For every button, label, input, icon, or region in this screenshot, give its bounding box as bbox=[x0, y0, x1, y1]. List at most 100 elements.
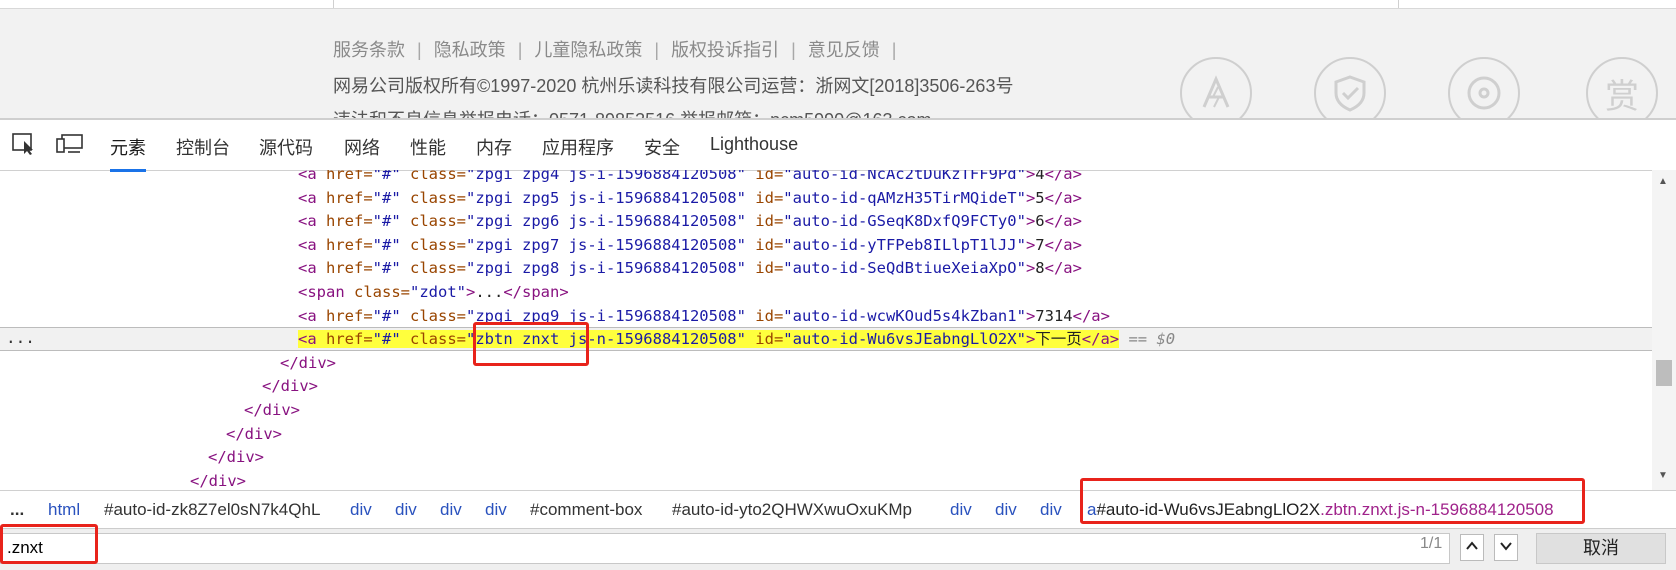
tag-token: > bbox=[1109, 330, 1120, 349]
tag-token: </a bbox=[1044, 170, 1073, 183]
breadcrumb-item[interactable]: ... bbox=[10, 500, 24, 520]
value-token: "#" bbox=[372, 212, 401, 231]
value-token: "auto-id-yTFPeb8ILlpT1lJJ" bbox=[783, 235, 1026, 254]
text-token: 8 bbox=[1035, 259, 1045, 278]
tag-token: </a bbox=[1072, 306, 1101, 325]
dom-line[interactable]: <a href="#" class="zpgi zpg9 js-i-159688… bbox=[298, 304, 1110, 328]
dom-line[interactable]: <a href="#" class="zpgi zpg7 js-i-159688… bbox=[298, 233, 1082, 257]
report-text: 违法和不良信息举报电话：0571-89853516 举报邮箱：ncm5990@1… bbox=[333, 106, 931, 118]
dom-tree[interactable]: ... <a href="#" class="zpgi zpg4 js-i-15… bbox=[0, 170, 1652, 490]
attr-token: class= bbox=[400, 259, 466, 278]
value-token: "zpgi zpg5 js-i-1596884120508" bbox=[466, 188, 746, 207]
breadcrumb-item[interactable]: html bbox=[48, 500, 80, 520]
music-disc-icon[interactable] bbox=[1448, 57, 1520, 118]
a-icon bbox=[1202, 75, 1230, 108]
tag-token: > bbox=[308, 377, 319, 396]
tag-token: </a bbox=[1044, 235, 1073, 254]
crumb-classes: .zbtn.znxt.js-n-1596884120508 bbox=[1320, 500, 1554, 519]
breadcrumb-item[interactable]: #comment-box bbox=[530, 500, 642, 520]
value-token: "zpgi zpg6 js-i-1596884120508" bbox=[466, 212, 746, 231]
breadcrumb-item[interactable]: div bbox=[485, 500, 507, 520]
dom-line[interactable]: </div> bbox=[244, 398, 300, 422]
dom-line[interactable]: <a href="#" class="zpgi zpg6 js-i-159688… bbox=[298, 209, 1082, 233]
attr-token: id= bbox=[745, 306, 784, 325]
tag-token: </a bbox=[1081, 330, 1110, 349]
shield-icon bbox=[1334, 75, 1366, 112]
dom-line[interactable]: <a href="#" class="zpgi zpg4 js-i-159688… bbox=[298, 170, 1082, 186]
find-bar: 1/1 取消 bbox=[0, 528, 1676, 570]
tag-token: > bbox=[326, 353, 337, 372]
tab-console[interactable]: 控制台 bbox=[176, 134, 230, 160]
dom-line-selected[interactable]: <a href="#" class="zbtn znxt js-n-159688… bbox=[298, 327, 1175, 351]
tab-network[interactable]: 网络 bbox=[344, 134, 380, 160]
search-input[interactable] bbox=[1, 534, 1363, 562]
tag-token: <a bbox=[298, 235, 317, 254]
value-token: "zpgi zpg9 js-i-1596884120508" bbox=[466, 306, 746, 325]
footer-link-copyright[interactable]: 版权投诉指引 bbox=[671, 40, 779, 60]
reward-icon-glyph: 赏 bbox=[1605, 77, 1639, 116]
vertical-scrollbar[interactable]: ▲ ▼ bbox=[1652, 170, 1676, 490]
divider bbox=[1398, 0, 1399, 8]
more-options-dots[interactable]: ... bbox=[6, 328, 35, 348]
cancel-search-button[interactable]: 取消 bbox=[1536, 533, 1666, 564]
tab-performance[interactable]: 性能 bbox=[410, 134, 446, 160]
tab-lighthouse[interactable]: Lighthouse bbox=[710, 134, 798, 155]
tab-memory[interactable]: 内存 bbox=[476, 134, 512, 160]
scroll-down-icon[interactable]: ▼ bbox=[1658, 470, 1668, 481]
value-token: "auto-id-SeQdBtiueXeiaXpO" bbox=[783, 259, 1026, 278]
breadcrumb-item[interactable]: div bbox=[995, 500, 1017, 520]
value-token: "#" bbox=[372, 170, 401, 183]
dom-line[interactable]: <span class="zdot">...</span> bbox=[298, 280, 569, 304]
footer-link-privacy[interactable]: 隐私政策 bbox=[434, 40, 506, 60]
tag-token: </a bbox=[1044, 259, 1073, 278]
dom-line[interactable]: <a href="#" class="zpgi zpg5 js-i-159688… bbox=[298, 186, 1082, 210]
tag-token: </div bbox=[262, 377, 309, 396]
value-token: "zdot" bbox=[410, 283, 466, 301]
attr-token: href= bbox=[316, 188, 373, 207]
tag-token: </div bbox=[226, 424, 273, 443]
dom-line[interactable]: </div> bbox=[226, 422, 282, 446]
tag-token: <a bbox=[298, 212, 317, 231]
attr-token: class= bbox=[400, 235, 466, 254]
footer-link-feedback[interactable]: 意见反馈 bbox=[808, 40, 880, 60]
breadcrumb-item[interactable]: #auto-id-zk8Z7el0sN7k4QhL bbox=[104, 500, 320, 520]
breadcrumb-item-selected[interactable]: a#auto-id-Wu6vsJEabngLlO2X.zbtn.znxt.js-… bbox=[1087, 500, 1554, 520]
tag-token: > bbox=[1100, 306, 1110, 325]
value-token: "#" bbox=[372, 306, 401, 325]
attr-token: id= bbox=[745, 188, 784, 207]
dom-line[interactable]: </div> bbox=[208, 445, 264, 469]
scroll-up-icon[interactable]: ▲ bbox=[1658, 176, 1668, 187]
page-footer: 服务条款 | 隐私政策 | 儿童隐私政策 | 版权投诉指引 | 意见反馈 | 网易公司版权所有©1… bbox=[0, 0, 1676, 118]
breadcrumb-item[interactable]: div bbox=[440, 500, 462, 520]
dom-line[interactable]: </div> bbox=[280, 351, 336, 375]
tag-token: <a bbox=[298, 188, 317, 207]
breadcrumb-item[interactable]: div bbox=[1040, 500, 1062, 520]
tab-security[interactable]: 安全 bbox=[644, 134, 680, 160]
attr-token: class= bbox=[400, 188, 466, 207]
tag-token: <span bbox=[298, 283, 345, 301]
breadcrumb-item[interactable]: div bbox=[395, 500, 417, 520]
tag-token: > bbox=[1025, 330, 1036, 349]
tab-elements[interactable]: 元素 bbox=[110, 134, 146, 172]
breadcrumb-item[interactable]: #auto-id-yto2QHWXwuOxuKMp bbox=[672, 500, 912, 520]
breadcrumb-item[interactable]: div bbox=[950, 500, 972, 520]
dom-line[interactable]: <a href="#" class="zpgi zpg8 js-i-159688… bbox=[298, 256, 1082, 280]
footer-link-terms[interactable]: 服务条款 bbox=[333, 40, 405, 60]
tab-sources[interactable]: 源代码 bbox=[259, 134, 313, 160]
search-prev-button[interactable] bbox=[1460, 534, 1484, 561]
tab-application[interactable]: 应用程序 bbox=[542, 134, 614, 160]
footer-link-child-privacy[interactable]: 儿童隐私政策 bbox=[534, 40, 642, 60]
device-emulation-icon[interactable] bbox=[56, 133, 83, 155]
shield-check-icon[interactable] bbox=[1314, 57, 1386, 118]
certificate-a-icon[interactable] bbox=[1180, 57, 1252, 118]
inspect-element-icon[interactable] bbox=[12, 133, 38, 155]
scrollbar-thumb[interactable] bbox=[1656, 360, 1672, 386]
breadcrumb-item[interactable]: div bbox=[350, 500, 372, 520]
dom-line[interactable]: </div> bbox=[190, 469, 246, 490]
search-next-button[interactable] bbox=[1494, 534, 1518, 561]
tag-token: > bbox=[1072, 235, 1082, 254]
footer-links: 服务条款 | 隐私政策 | 儿童隐私政策 | 版权投诉指引 | 意见反馈 | bbox=[333, 36, 908, 62]
breadcrumb: ... html #auto-id-zk8Z7el0sN7k4QhL div div di… bbox=[0, 490, 1676, 529]
reward-icon[interactable]: 赏 bbox=[1586, 57, 1658, 118]
dom-line[interactable]: </div> bbox=[262, 374, 318, 398]
